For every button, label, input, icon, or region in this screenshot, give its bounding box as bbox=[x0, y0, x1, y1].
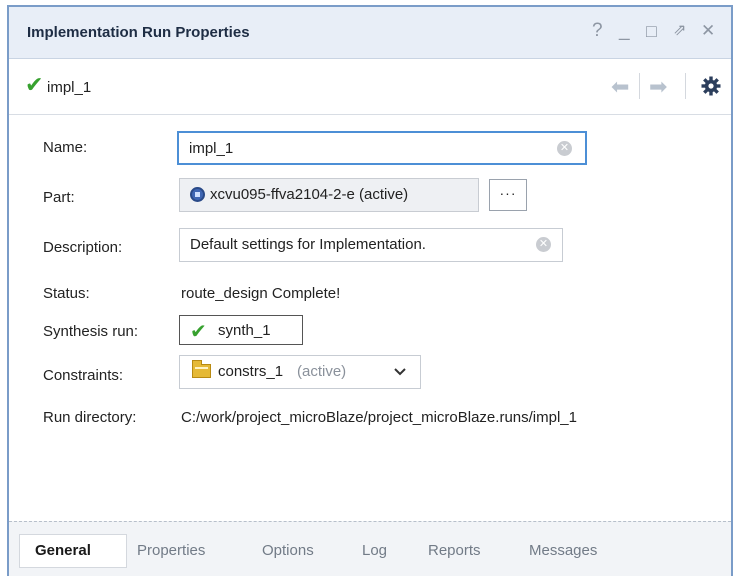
check-icon: ✔ bbox=[25, 72, 44, 97]
help-icon[interactable]: ? bbox=[592, 19, 603, 43]
tab-reports[interactable]: Reports bbox=[428, 542, 481, 559]
tab-general[interactable]: General bbox=[35, 542, 91, 559]
clear-icon[interactable]: ✕ bbox=[557, 141, 572, 156]
tab-bar: General Properties Options Log Reports M… bbox=[9, 521, 731, 576]
arrow-left-icon[interactable]: ⬅ bbox=[611, 74, 629, 100]
float-icon[interactable]: ⇗ bbox=[673, 19, 686, 43]
arrow-right-icon[interactable]: ➡ bbox=[649, 74, 667, 100]
tab-log[interactable]: Log bbox=[362, 542, 387, 559]
chip-icon bbox=[190, 187, 205, 202]
run-name: impl_1 bbox=[47, 79, 92, 96]
run-directory-label: Run directory: bbox=[43, 409, 137, 426]
part-field: xcvu095-ffva2104-2-e (active) bbox=[179, 178, 479, 212]
synthesis-run-value: synth_1 bbox=[218, 322, 271, 339]
status-value: route_design Complete! bbox=[181, 285, 341, 302]
synthesis-run-link[interactable]: ✔ synth_1 bbox=[179, 315, 303, 345]
gear-icon[interactable] bbox=[701, 76, 721, 96]
part-label: Part: bbox=[43, 189, 75, 206]
constraints-active-tag: (active) bbox=[297, 363, 347, 380]
window-title: Implementation Run Properties bbox=[27, 24, 250, 41]
toolbar-separator bbox=[639, 73, 640, 99]
check-icon: ✔ bbox=[190, 321, 207, 343]
constraints-value: constrs_1 bbox=[218, 363, 284, 380]
run-directory-value: C:/work/project_microBlaze/project_micro… bbox=[181, 409, 577, 426]
browse-part-button[interactable]: ··· bbox=[489, 179, 527, 211]
folder-icon bbox=[192, 360, 211, 378]
description-label: Description: bbox=[43, 239, 123, 256]
name-input[interactable]: impl_1 ✕ bbox=[177, 131, 587, 165]
maximize-icon[interactable]: □ bbox=[646, 19, 657, 43]
synthesis-run-label: Synthesis run: bbox=[43, 323, 139, 340]
status-label: Status: bbox=[43, 285, 90, 302]
description-input[interactable]: Default settings for Implementation. ✕ bbox=[179, 228, 563, 262]
title-bar: Implementation Run Properties ? _ □ ⇗ ✕ bbox=[9, 7, 731, 59]
tab-properties[interactable]: Properties bbox=[137, 542, 205, 559]
toolbar: ✔ impl_1 ⬅ ➡ bbox=[9, 59, 731, 115]
part-value: xcvu095-ffva2104-2-e (active) bbox=[210, 186, 409, 203]
chevron-down-icon bbox=[394, 368, 406, 376]
tab-messages[interactable]: Messages bbox=[529, 542, 597, 559]
minimize-icon[interactable]: _ bbox=[619, 19, 630, 43]
name-value: impl_1 bbox=[189, 140, 234, 157]
close-icon[interactable]: ✕ bbox=[701, 19, 715, 43]
properties-window: Implementation Run Properties ? _ □ ⇗ ✕ … bbox=[7, 5, 733, 576]
description-value: Default settings for Implementation. bbox=[190, 236, 426, 253]
name-label: Name: bbox=[43, 139, 88, 156]
constraints-label: Constraints: bbox=[43, 367, 124, 384]
clear-icon[interactable]: ✕ bbox=[536, 237, 551, 252]
toolbar-separator bbox=[685, 73, 686, 99]
constraints-select[interactable]: constrs_1 (active) bbox=[179, 355, 421, 389]
tab-options[interactable]: Options bbox=[262, 542, 314, 559]
